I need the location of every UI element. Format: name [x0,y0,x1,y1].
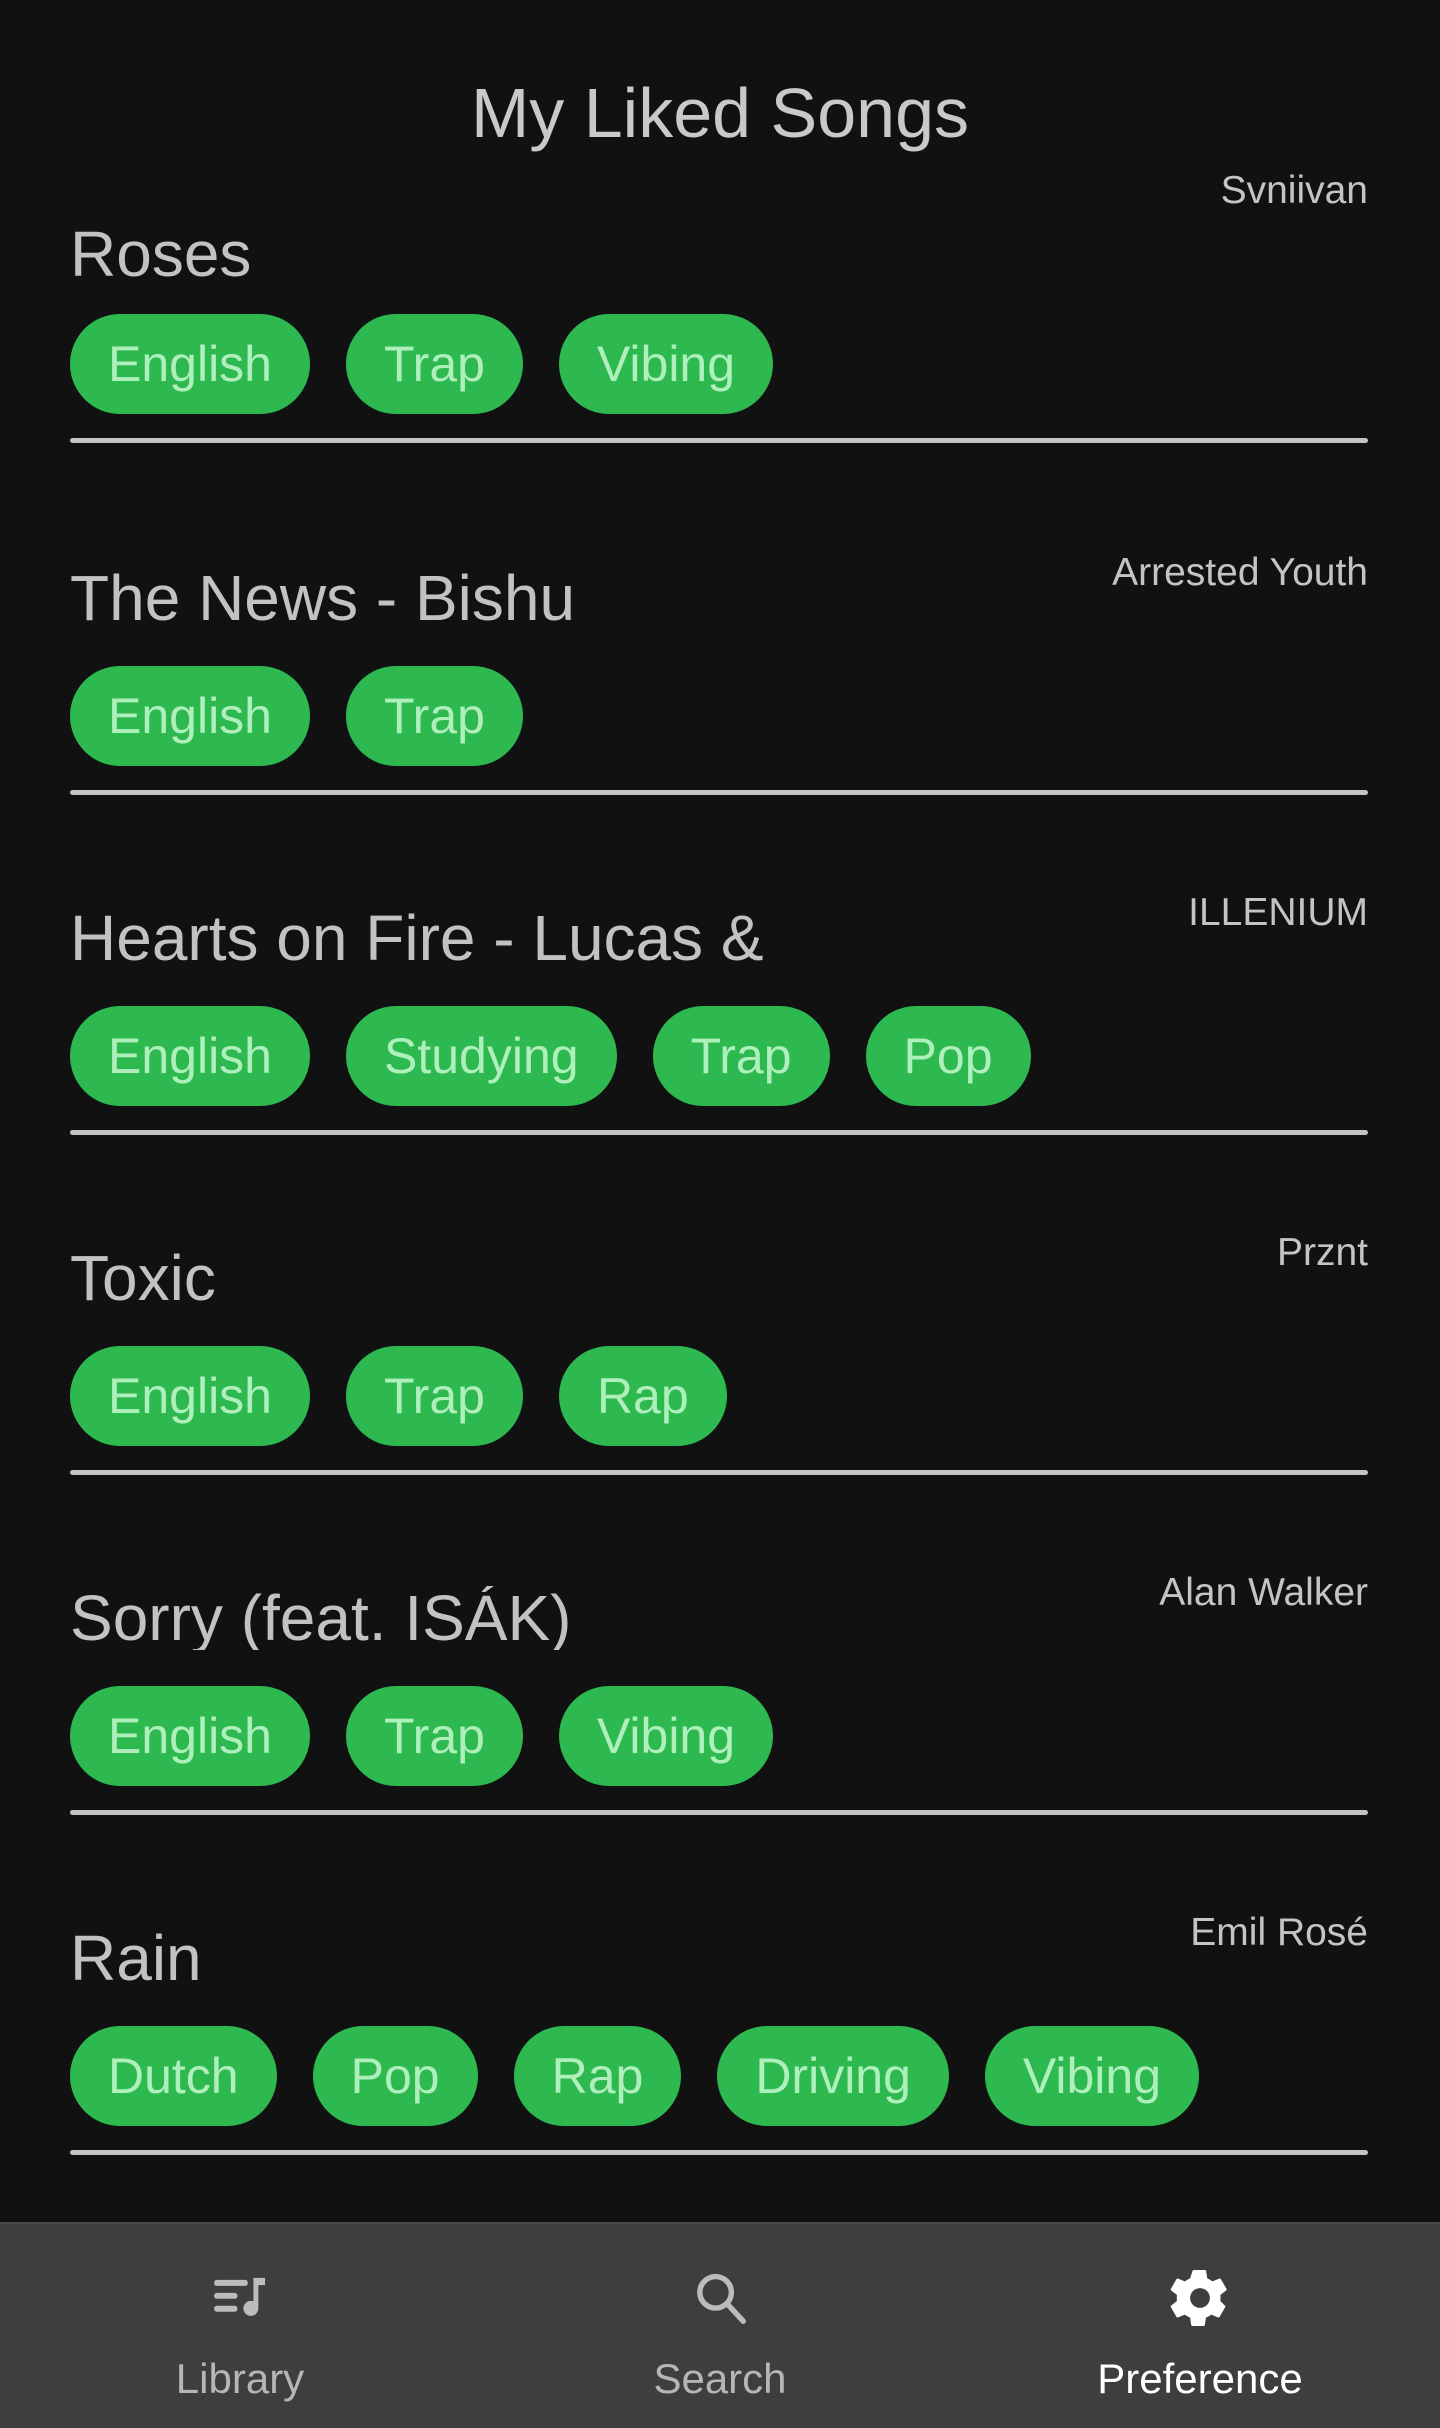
song-artist: Alan Walker [1159,1571,1368,1614]
nav-item-label: Preference [1097,2355,1303,2402]
nav-item-library[interactable]: Library [0,2224,480,2428]
song-row[interactable]: Roses Svniivan English Trap Vibing [0,170,1440,510]
song-artist: ILLENIUM [1188,891,1368,934]
song-row-header: Roses Svniivan [70,170,1368,288]
tag-chip[interactable]: English [70,1686,310,1786]
tag-chip[interactable]: Trap [652,1006,830,1106]
tag-chip[interactable]: Vibing [558,1686,774,1786]
song-artist: Svniivan [1220,170,1368,212]
search-icon[interactable] [686,2264,754,2332]
nav-item-preference[interactable]: Preference [960,2224,1440,2428]
tag-chip[interactable]: Studying [346,1006,617,1106]
tag-chip[interactable]: Driving [717,2026,949,2126]
song-list[interactable]: Roses Svniivan English Trap Vibing The News -… [0,170,1440,2222]
liked-songs-screen: My Liked Songs Roses Svniivan English Trap V… [0,0,1440,2428]
tag-chip[interactable]: Vibing [984,2026,1200,2126]
tag-chip[interactable]: English [70,666,310,766]
song-row[interactable]: Sorry (feat. ISÁK) Alan Walker English Trap… [0,1530,1440,1870]
song-title: Hearts on Fire - Lucas & [70,906,764,970]
tag-chip[interactable]: Trap [346,1346,523,1446]
song-row-header: Rain Emil Rosé [70,1870,1368,2000]
tag-chip[interactable]: Rap [558,1346,727,1446]
row-divider [70,790,1368,795]
nav-item-label: Library [175,2355,305,2402]
tag-chip[interactable]: English [70,1346,310,1446]
tag-strip: English Studying Trap Pop [70,1006,1368,1106]
tag-chip[interactable]: Pop [865,1006,1031,1106]
song-artist: Emil Rosé [1190,1911,1368,1954]
row-divider [70,2150,1368,2155]
song-row[interactable]: Toxic Prznt English Trap Rap [0,1190,1440,1530]
tag-chip[interactable]: Pop [312,2026,478,2126]
queue-music-icon[interactable] [206,2264,274,2332]
song-row-header: Hearts on Fire - Lucas & ILLENIUM [70,850,1368,980]
song-row-header: Sorry (feat. ISÁK) Alan Walker [70,1530,1368,1660]
song-title: Roses [70,222,252,286]
tag-chip[interactable]: English [70,1006,310,1106]
tag-strip: English Trap Rap [70,1346,1368,1446]
song-title: Rain [70,1926,202,1990]
tag-strip: English Trap Vibing [70,1686,1368,1786]
tag-chip[interactable]: English [70,314,310,414]
nav-item-search[interactable]: Search [480,2224,960,2428]
row-divider [70,1810,1368,1815]
tag-chip[interactable]: Vibing [558,314,774,414]
tag-chip[interactable]: Rap [513,2026,682,2126]
tag-strip: English Trap Vibing [70,314,1368,414]
gear-icon[interactable] [1166,2264,1234,2332]
song-title: The News - Bishu [70,566,576,630]
tag-chip[interactable]: Trap [346,1686,523,1786]
tag-strip: English Trap [70,666,1368,766]
song-row[interactable]: Rain Emil Rosé Dutch Pop Rap Driving Vibing [0,1870,1440,2210]
page-title: My Liked Songs [470,74,970,152]
song-row[interactable]: The News - Bishu Arrested Youth English Tra… [0,510,1440,850]
bottom-navigation-bar: Library Search Preference [0,2222,1440,2428]
song-row-header: Toxic Prznt [70,1190,1368,1320]
row-divider [70,1470,1368,1475]
song-row-header: The News - Bishu Arrested Youth [70,510,1368,640]
tag-chip[interactable]: Trap [346,666,523,766]
song-title: Sorry (feat. ISÁK) [70,1586,572,1650]
tag-chip[interactable]: Dutch [70,2026,277,2126]
row-divider [70,438,1368,443]
tag-strip: Dutch Pop Rap Driving Vibing [70,2026,1368,2126]
tag-chip[interactable]: Trap [346,314,523,414]
row-divider [70,1130,1368,1135]
nav-item-label: Search [653,2355,787,2402]
song-artist: Arrested Youth [1112,551,1368,594]
song-artist: Prznt [1276,1231,1368,1274]
song-row[interactable]: Hearts on Fire - Lucas & ILLENIUM English S… [0,850,1440,1190]
song-title: Toxic [70,1246,216,1310]
